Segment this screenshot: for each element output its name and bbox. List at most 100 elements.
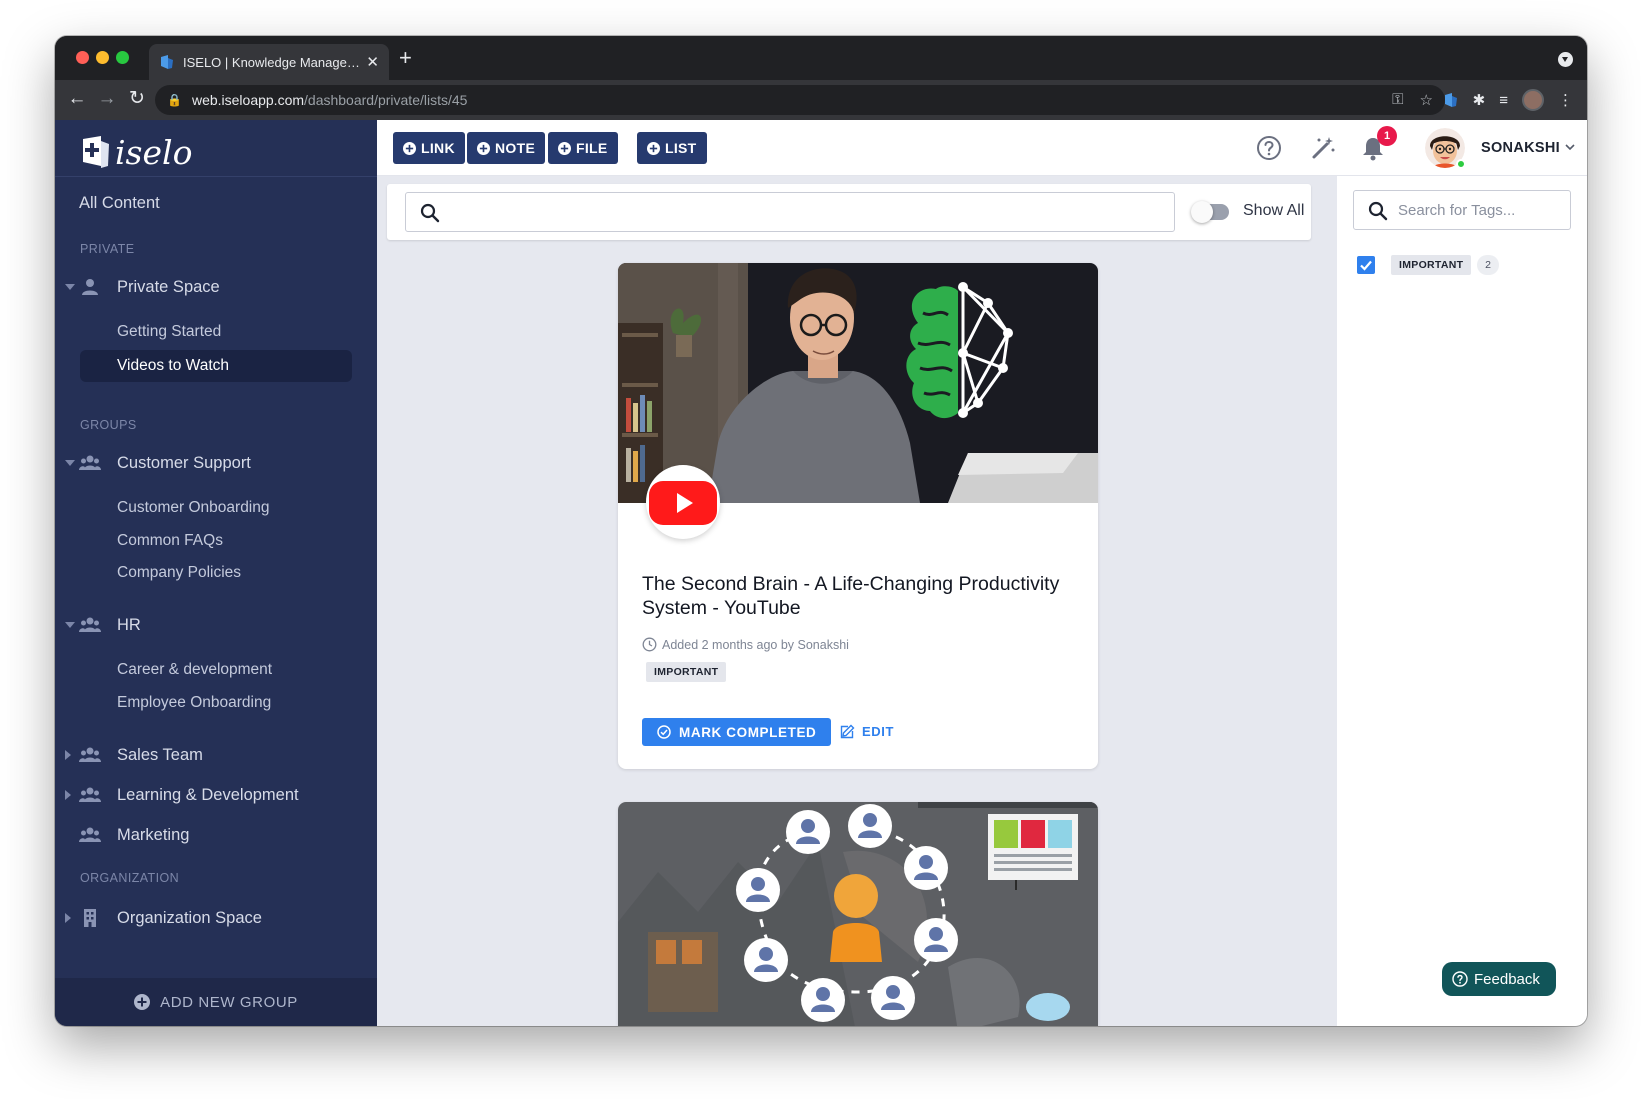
card-title[interactable]: The Second Brain - A Life-Changing Produ… <box>642 572 1082 620</box>
sidebar-item-career-development[interactable]: Career & development <box>117 661 272 679</box>
tag-search-box[interactable] <box>1353 190 1571 230</box>
sidebar-item-hr[interactable]: HR <box>55 610 377 640</box>
browser-toolbar: ← → ↻ 🔒 web.iseloapp.com /dashboard/priv… <box>55 80 1587 120</box>
sidebar-item-label: Private Space <box>117 277 220 296</box>
reload-icon[interactable]: ↻ <box>125 87 149 111</box>
plus-circle-icon <box>134 994 151 1010</box>
sidebar-item-customer-support[interactable]: Customer Support <box>55 448 377 478</box>
close-window-button[interactable] <box>76 51 89 64</box>
content-card[interactable]: The Second Brain - A Life-Changing Produ… <box>618 263 1098 769</box>
iselo-favicon-icon <box>161 55 173 69</box>
toggle-knob <box>1191 201 1213 223</box>
iselo-extension-icon[interactable] <box>1443 92 1459 108</box>
add-note-button[interactable]: NOTE <box>467 132 546 164</box>
chevron-down-icon[interactable] <box>1565 142 1575 152</box>
content-search-box[interactable] <box>405 192 1175 232</box>
sidebar-item-common-faqs[interactable]: Common FAQs <box>117 532 223 550</box>
sidebar-item-getting-started[interactable]: Getting Started <box>117 323 221 341</box>
sidebar-item-learning-development[interactable]: Learning & Development <box>55 780 377 810</box>
person-icon <box>82 279 98 295</box>
url-host: web.iseloapp.com <box>191 92 305 108</box>
tag-count: 2 <box>1477 255 1499 275</box>
reading-list-icon[interactable]: ≡ <box>1499 92 1508 109</box>
browser-tab[interactable]: ISELO | Knowledge Management ✕ <box>149 44 389 80</box>
extensions-puzzle-icon[interactable]: ✱ <box>1473 91 1486 109</box>
card-meta-text: Added 2 months ago by Sonakshi <box>662 637 849 652</box>
sidebar-item-label: Organization Space <box>117 908 262 927</box>
sidebar-item-employee-onboarding[interactable]: Employee Onboarding <box>117 694 271 712</box>
group-icon <box>79 827 101 842</box>
sidebar-item-private-space[interactable]: Private Space <box>55 272 377 302</box>
maximize-window-button[interactable] <box>116 51 129 64</box>
sidebar-item-marketing[interactable]: Marketing <box>55 820 377 850</box>
add-list-label: LIST <box>665 140 697 156</box>
caret-right-icon[interactable] <box>65 790 71 800</box>
checkmark-icon <box>1360 260 1372 271</box>
caret-down-icon[interactable] <box>65 284 75 290</box>
tag-search-input[interactable] <box>1398 191 1564 229</box>
add-note-label: NOTE <box>495 140 536 156</box>
sidebar-item-all-content[interactable]: All Content <box>79 194 401 213</box>
browser-menu-icon[interactable]: ⋮ <box>1558 91 1573 109</box>
add-new-group-button[interactable]: ADD NEW GROUP <box>55 978 377 1026</box>
content-feed: The Second Brain - A Life-Changing Produ… <box>377 250 1321 1026</box>
iselo-logo[interactable]: iselo <box>81 130 192 174</box>
new-tab-icon[interactable]: + <box>399 47 412 69</box>
add-new-group-label: ADD NEW GROUP <box>160 993 298 1011</box>
add-link-label: LINK <box>421 140 455 156</box>
search-icon <box>420 203 440 223</box>
edit-button[interactable]: EDIT <box>840 724 894 739</box>
browser-tab-bar: ISELO | Knowledge Management ✕ + <box>55 36 1587 80</box>
content-search-input[interactable] <box>452 193 1162 231</box>
tag-chip-important[interactable]: IMPORTANT <box>646 662 727 682</box>
sidebar-item-company-policies[interactable]: Company Policies <box>117 564 241 582</box>
tab-close-icon[interactable]: ✕ <box>366 53 379 71</box>
content-card[interactable] <box>618 802 1098 1026</box>
url-path: /dashboard/private/lists/45 <box>304 92 468 108</box>
back-arrow-icon[interactable]: ← <box>65 87 89 111</box>
lock-icon: 🔒 <box>167 93 182 107</box>
add-list-button[interactable]: LIST <box>637 132 707 164</box>
caret-down-icon[interactable] <box>65 460 75 466</box>
youtube-badge[interactable] <box>646 465 720 539</box>
sidebar: iselo All Content PRIVATE Private Space … <box>55 120 377 1026</box>
user-name[interactable]: SONAKSHI <box>1481 140 1560 156</box>
online-status-dot <box>1456 159 1466 169</box>
question-circle-icon <box>1452 971 1468 987</box>
magic-wand-icon[interactable] <box>1309 134 1337 162</box>
key-icon[interactable]: ⚿ <box>1392 91 1403 109</box>
show-all-toggle[interactable] <box>1191 201 1229 223</box>
add-file-button[interactable]: FILE <box>548 132 618 164</box>
browser-window: ISELO | Knowledge Management ✕ + ← → ↻ 🔒… <box>55 36 1587 1026</box>
notification-badge: 1 <box>1377 126 1397 146</box>
bookmark-star-icon[interactable]: ☆ <box>1420 91 1433 109</box>
app-area: iselo All Content PRIVATE Private Space … <box>55 120 1587 1026</box>
profile-avatar[interactable] <box>1522 89 1544 111</box>
tab-search-icon[interactable] <box>1558 52 1573 67</box>
sidebar-item-videos-to-watch[interactable]: Videos to Watch <box>80 350 352 382</box>
sidebar-item-organization-space[interactable]: Organization Space <box>55 903 377 933</box>
group-icon <box>79 617 101 632</box>
network-illustration-image[interactable] <box>618 802 1098 1026</box>
minimize-window-button[interactable] <box>96 51 109 64</box>
sidebar-item-sales-team[interactable]: Sales Team <box>55 740 377 770</box>
forward-arrow-icon[interactable]: → <box>95 87 119 111</box>
feedback-button[interactable]: Feedback <box>1442 962 1556 996</box>
caret-right-icon[interactable] <box>65 750 71 760</box>
sidebar-item-customer-onboarding[interactable]: Customer Onboarding <box>117 499 270 517</box>
add-link-button[interactable]: LINK <box>393 132 465 164</box>
plus-circle-icon <box>477 141 490 155</box>
logo-text: iselo <box>115 132 193 172</box>
tag-filter-important[interactable]: IMPORTANT <box>1391 255 1472 275</box>
tag-checkbox-important[interactable] <box>1357 256 1375 274</box>
clock-icon <box>642 637 657 652</box>
app-topbar: LINK NOTE FILE LIST 1 SONAKSHI <box>377 120 1587 176</box>
sidebar-divider <box>55 176 377 177</box>
caret-down-icon[interactable] <box>65 622 75 628</box>
help-icon[interactable] <box>1255 134 1283 162</box>
search-panel: Show All <box>387 184 1311 240</box>
address-bar[interactable]: 🔒 web.iseloapp.com /dashboard/private/li… <box>155 85 1445 115</box>
mark-completed-button[interactable]: MARK COMPLETED <box>642 718 832 746</box>
section-label-groups: GROUPS <box>80 418 137 432</box>
caret-right-icon[interactable] <box>65 913 71 923</box>
